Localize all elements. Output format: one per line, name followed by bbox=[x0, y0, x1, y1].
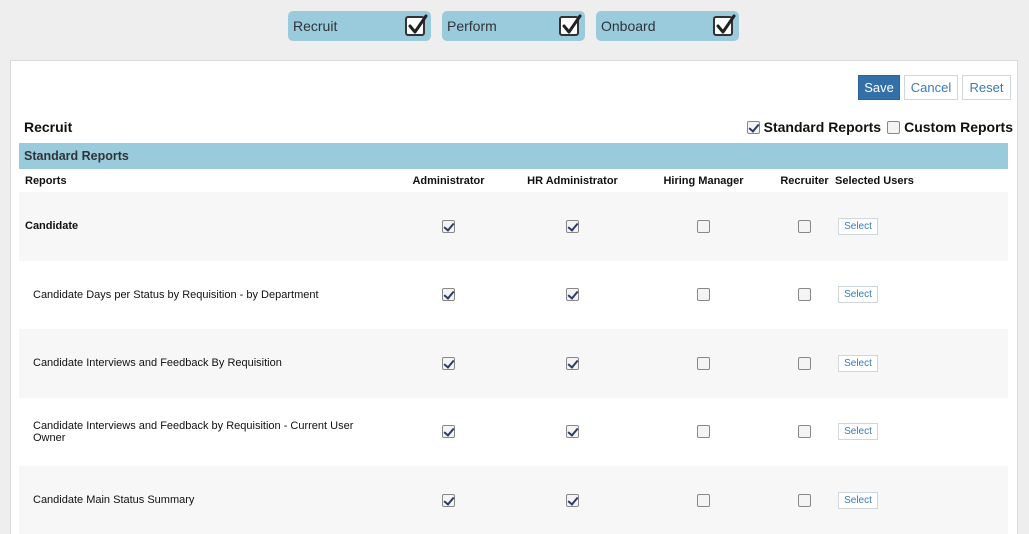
report-type-filters: Standard Reports Custom Reports bbox=[745, 119, 1013, 135]
administrator-checkbox[interactable] bbox=[442, 493, 455, 507]
hr-administrator-checkbox[interactable] bbox=[566, 425, 579, 439]
standard-reports-toggle[interactable]: Standard Reports bbox=[746, 119, 882, 135]
module-tab-label: Onboard bbox=[601, 18, 656, 34]
report-name: Candidate Interviews and Feedback by Req… bbox=[33, 419, 354, 444]
select-users-button[interactable]: Select bbox=[838, 217, 878, 235]
table-cell: Select bbox=[827, 192, 1008, 261]
standard-reports-checkbox[interactable] bbox=[746, 120, 760, 134]
table-cell bbox=[520, 192, 625, 261]
hiring-manager-checkbox[interactable] bbox=[697, 356, 710, 370]
select-users-button[interactable]: Select bbox=[838, 423, 878, 441]
custom-reports-label: Custom Reports bbox=[904, 119, 1013, 135]
table-cell bbox=[625, 329, 782, 398]
table-cell bbox=[782, 261, 827, 330]
report-name: Candidate Interviews and Feedback By Req… bbox=[19, 329, 377, 398]
column-header-recruiter: Recruiter bbox=[780, 174, 829, 187]
table-cell bbox=[782, 192, 827, 261]
table-cell bbox=[782, 329, 827, 398]
hiring-manager-checkbox[interactable] bbox=[697, 288, 710, 302]
table-cell bbox=[520, 261, 625, 330]
reports-table: Standard Reports Reports Administrator H… bbox=[19, 143, 1008, 534]
module-tab-label: Perform bbox=[447, 18, 497, 34]
select-users-button[interactable]: Select bbox=[838, 354, 878, 372]
hiring-manager-checkbox[interactable] bbox=[697, 493, 710, 507]
hiring-manager-checkbox[interactable] bbox=[697, 219, 710, 233]
recruiter-checkbox[interactable] bbox=[798, 288, 811, 302]
standard-reports-label: Standard Reports bbox=[763, 119, 882, 135]
recruiter-checkbox[interactable] bbox=[798, 425, 811, 439]
checkmark-icon bbox=[562, 14, 582, 34]
module-tab-onboard[interactable]: Onboard bbox=[596, 11, 739, 41]
recruiter-checkbox[interactable] bbox=[798, 219, 811, 233]
table-cell bbox=[625, 261, 782, 330]
reset-button[interactable]: Reset bbox=[962, 75, 1011, 100]
hr-administrator-checkbox[interactable] bbox=[566, 356, 579, 370]
table-cell bbox=[377, 261, 520, 330]
module-tab-perform[interactable]: Perform bbox=[442, 11, 585, 41]
table-cell bbox=[625, 398, 782, 467]
standard-reports-header: Standard Reports bbox=[19, 143, 1008, 169]
column-header-hiring-manager: Hiring Manager bbox=[663, 174, 744, 187]
module-tab-recruit[interactable]: Recruit bbox=[288, 11, 431, 41]
custom-reports-toggle[interactable]: Custom Reports bbox=[887, 119, 1013, 135]
settings-panel: Save Cancel Reset Recruit Standard Repor… bbox=[10, 60, 1018, 534]
module-tab-label: Recruit bbox=[293, 18, 338, 34]
hr-administrator-checkbox[interactable] bbox=[566, 288, 579, 302]
table-cell bbox=[520, 466, 625, 534]
table-cell bbox=[782, 466, 827, 534]
module-tabs: Recruit Perform Onboard bbox=[288, 11, 739, 41]
table-cell: Select bbox=[827, 261, 1008, 330]
cancel-button[interactable]: Cancel bbox=[904, 75, 958, 100]
module-checkbox[interactable] bbox=[405, 14, 428, 36]
table-cell bbox=[625, 192, 782, 261]
administrator-checkbox[interactable] bbox=[442, 425, 455, 439]
module-checkbox[interactable] bbox=[713, 14, 736, 36]
table-cell bbox=[377, 192, 520, 261]
table-cell bbox=[782, 398, 827, 467]
table-cell: Select bbox=[827, 398, 1008, 467]
table-cell bbox=[520, 398, 625, 467]
administrator-checkbox[interactable] bbox=[442, 219, 455, 233]
hr-administrator-checkbox[interactable] bbox=[566, 493, 579, 507]
checkmark-icon bbox=[408, 14, 428, 34]
table-cell: Select bbox=[827, 466, 1008, 534]
hr-administrator-checkbox[interactable] bbox=[566, 219, 579, 233]
select-users-button[interactable]: Select bbox=[838, 286, 878, 304]
custom-reports-checkbox[interactable] bbox=[887, 120, 901, 134]
table-cell: Select bbox=[827, 329, 1008, 398]
module-checkbox[interactable] bbox=[559, 14, 582, 36]
save-button[interactable]: Save bbox=[858, 75, 900, 100]
section-title: Recruit bbox=[24, 119, 73, 135]
administrator-checkbox[interactable] bbox=[442, 288, 455, 302]
report-name: Candidate Days per Status by Requisition… bbox=[33, 288, 319, 301]
action-buttons: Save Cancel Reset bbox=[858, 75, 1011, 100]
report-name: Candidate Main Status Summary bbox=[19, 466, 377, 534]
column-header-administrator: Administrator bbox=[412, 174, 485, 187]
hiring-manager-checkbox[interactable] bbox=[697, 425, 710, 439]
reports-grid: Reports Administrator HR Administrator H… bbox=[19, 169, 1008, 534]
table-cell bbox=[625, 466, 782, 534]
column-header-hr-administrator: HR Administrator bbox=[527, 174, 618, 187]
column-header-reports: Reports bbox=[25, 174, 67, 187]
recruiter-checkbox[interactable] bbox=[798, 493, 811, 507]
table-cell bbox=[377, 466, 520, 534]
recruiter-checkbox[interactable] bbox=[798, 356, 811, 370]
report-category-name: Candidate bbox=[19, 192, 377, 261]
select-users-button[interactable]: Select bbox=[838, 491, 878, 509]
table-cell bbox=[377, 329, 520, 398]
table-cell bbox=[377, 398, 520, 467]
checkmark-icon bbox=[716, 14, 736, 34]
administrator-checkbox[interactable] bbox=[442, 356, 455, 370]
column-header-selected-users: Selected Users bbox=[835, 174, 914, 187]
table-cell bbox=[520, 329, 625, 398]
